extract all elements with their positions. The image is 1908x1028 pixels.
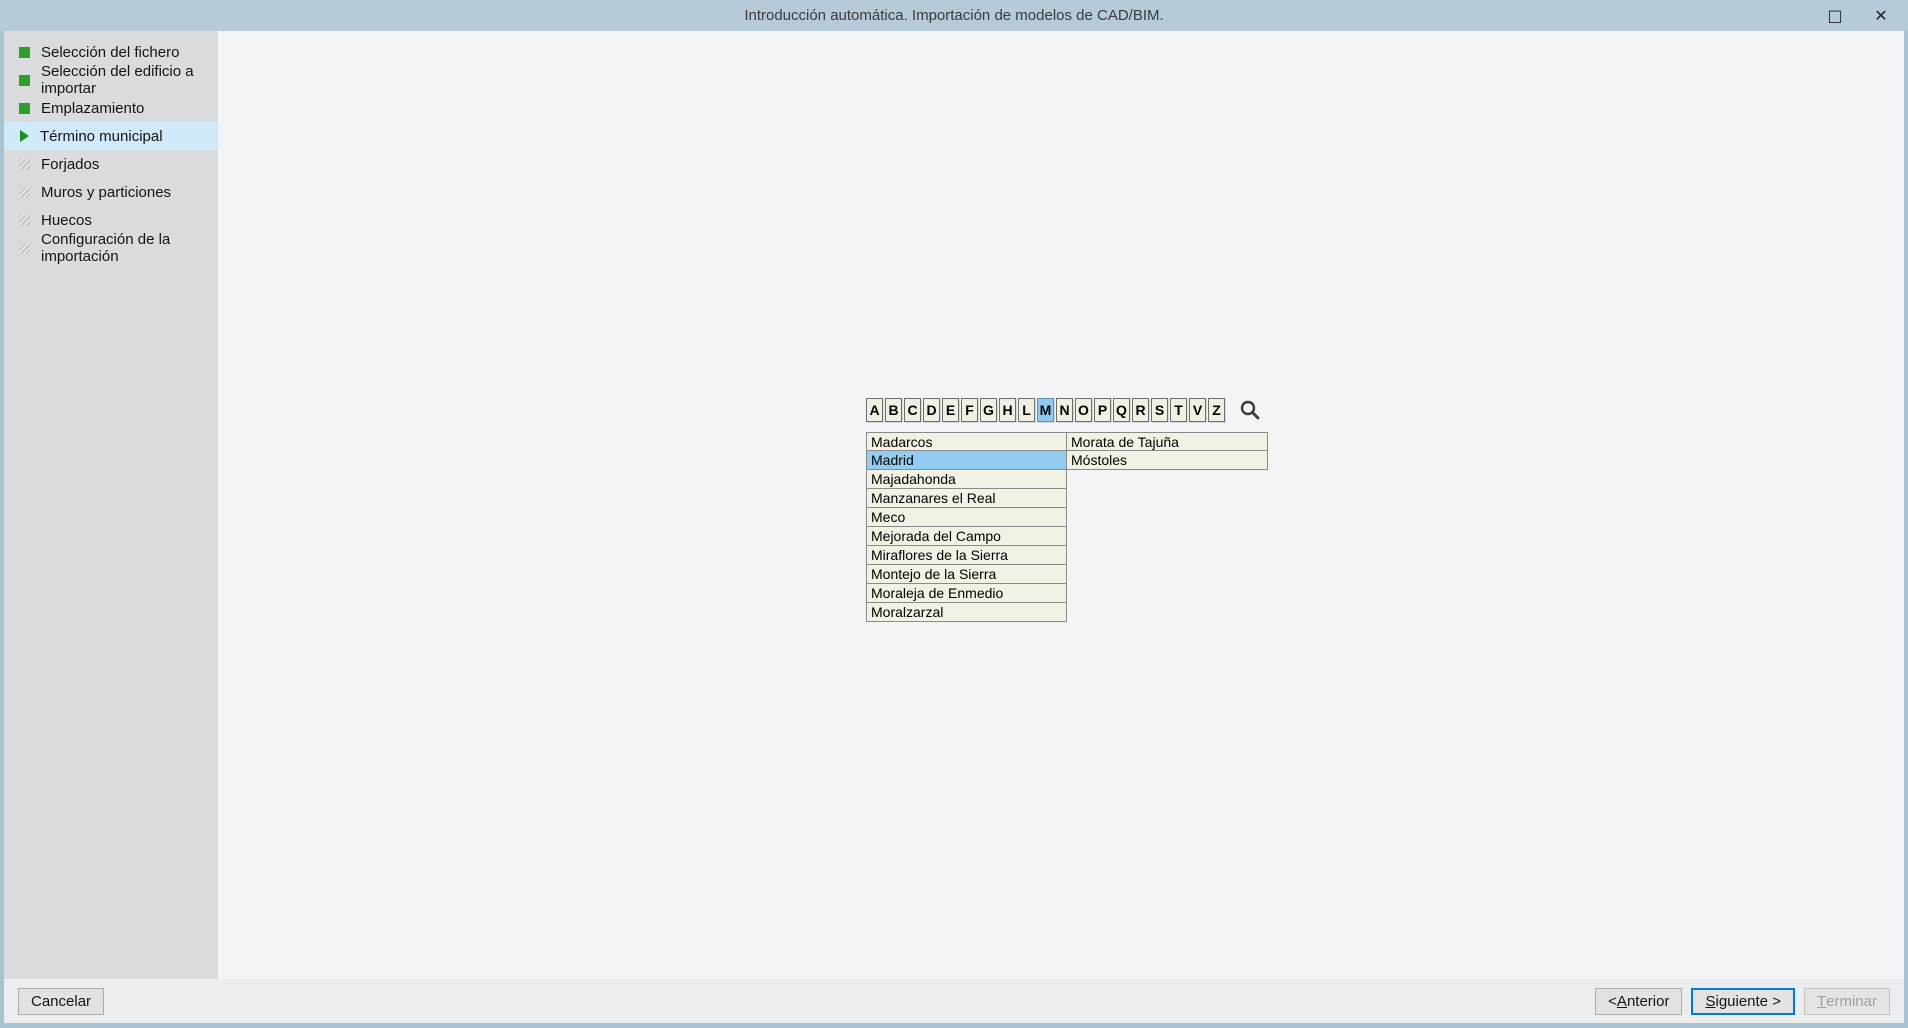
municipality-picker: ABCDEFGHLMNOPQRSTVZ MadarcosMadridMajada…	[866, 398, 1268, 622]
municipality-item[interactable]: Miraflores de la Sierra	[866, 546, 1067, 565]
wizard-step-label: Término municipal	[40, 128, 163, 145]
letter-button-S[interactable]: S	[1151, 398, 1168, 422]
letter-button-O[interactable]: O	[1075, 398, 1092, 422]
search-icon[interactable]	[1239, 399, 1261, 421]
wizard-step-label: Huecos	[41, 212, 92, 229]
letter-filter-row: ABCDEFGHLMNOPQRSTVZ	[866, 398, 1268, 422]
letter-button-M[interactable]: M	[1037, 398, 1054, 422]
letter-button-Z[interactable]: Z	[1208, 398, 1225, 422]
municipality-column-1: MadarcosMadridMajadahondaManzanares el R…	[866, 432, 1067, 622]
wizard-window: Introducción automática. Importación de …	[0, 0, 1908, 1028]
step-pending-icon	[19, 187, 30, 198]
municipality-column-2: Morata de TajuñaMóstoles	[1067, 432, 1268, 470]
current-step-arrow-icon	[20, 130, 29, 142]
municipality-item[interactable]: Moralzarzal	[866, 603, 1067, 622]
municipality-item[interactable]: Majadahonda	[866, 470, 1067, 489]
window-controls: □ ✕	[1812, 0, 1904, 31]
wizard-step-label: Selección del fichero	[41, 44, 179, 61]
wizard-step-current[interactable]: Término municipal	[4, 122, 218, 150]
municipality-item[interactable]: Móstoles	[1067, 451, 1268, 470]
finish-button[interactable]: Terminar	[1804, 988, 1890, 1015]
wizard-step-done[interactable]: Selección del fichero	[4, 38, 218, 66]
municipality-item[interactable]: Morata de Tajuña	[1067, 432, 1268, 451]
letter-button-R[interactable]: R	[1132, 398, 1149, 422]
wizard-step-pending[interactable]: Forjados	[4, 150, 218, 178]
letter-button-N[interactable]: N	[1056, 398, 1073, 422]
municipality-item[interactable]: Mejorada del Campo	[866, 527, 1067, 546]
letter-button-V[interactable]: V	[1189, 398, 1206, 422]
footer-bar: Cancelar < Anterior Siguiente > Terminar	[4, 979, 1904, 1023]
letter-button-G[interactable]: G	[980, 398, 997, 422]
wizard-step-label: Forjados	[41, 156, 99, 173]
step-done-icon	[19, 75, 30, 86]
step-done-icon	[19, 47, 30, 58]
letter-button-D[interactable]: D	[923, 398, 940, 422]
letter-button-T[interactable]: T	[1170, 398, 1187, 422]
wizard-step-pending[interactable]: Configuración de la importación	[4, 234, 218, 262]
wizard-step-pending[interactable]: Muros y particiones	[4, 178, 218, 206]
municipality-item[interactable]: Montejo de la Sierra	[866, 565, 1067, 584]
municipality-list: MadarcosMadridMajadahondaManzanares el R…	[866, 432, 1268, 622]
municipality-item[interactable]: Moraleja de Enmedio	[866, 584, 1067, 603]
letter-button-H[interactable]: H	[999, 398, 1016, 422]
municipality-item[interactable]: Manzanares el Real	[866, 489, 1067, 508]
wizard-step-label: Emplazamiento	[41, 100, 144, 117]
close-button[interactable]: ✕	[1858, 0, 1904, 31]
letter-button-C[interactable]: C	[904, 398, 921, 422]
wizard-steps-sidebar: Selección del fichero Selección del edifi…	[4, 31, 218, 979]
wizard-step-done[interactable]: Emplazamiento	[4, 94, 218, 122]
wizard-nav-buttons: < Anterior Siguiente > Terminar	[1595, 988, 1890, 1015]
back-button[interactable]: < Anterior	[1595, 988, 1682, 1015]
municipality-item[interactable]: Meco	[866, 508, 1067, 527]
letter-button-P[interactable]: P	[1094, 398, 1111, 422]
wizard-step-pending[interactable]: Huecos	[4, 206, 218, 234]
letter-button-L[interactable]: L	[1018, 398, 1035, 422]
letter-button-F[interactable]: F	[961, 398, 978, 422]
wizard-step-label: Muros y particiones	[41, 184, 171, 201]
municipality-item[interactable]: Madarcos	[866, 432, 1067, 451]
maximize-button[interactable]: □	[1812, 0, 1858, 31]
step-pending-icon	[19, 215, 30, 226]
next-button[interactable]: Siguiente >	[1691, 988, 1795, 1015]
step-pending-icon	[19, 243, 30, 254]
step-done-icon	[19, 103, 30, 114]
step-pending-icon	[19, 159, 30, 170]
body-row: Selección del fichero Selección del edifi…	[4, 31, 1904, 979]
letter-button-Q[interactable]: Q	[1113, 398, 1130, 422]
letter-button-B[interactable]: B	[885, 398, 902, 422]
wizard-step-label: Selección del edificio a importar	[41, 63, 218, 97]
window-title: Introducción automática. Importación de …	[744, 7, 1163, 24]
window-frame: Selección del fichero Selección del edifi…	[0, 31, 1908, 1028]
municipality-item[interactable]: Madrid	[866, 451, 1067, 470]
main-panel: ABCDEFGHLMNOPQRSTVZ MadarcosMadridMajada…	[218, 31, 1904, 979]
letter-button-E[interactable]: E	[942, 398, 959, 422]
cancel-button[interactable]: Cancelar	[18, 988, 104, 1015]
titlebar[interactable]: Introducción automática. Importación de …	[0, 0, 1908, 31]
wizard-step-label: Configuración de la importación	[41, 231, 218, 265]
letter-button-A[interactable]: A	[866, 398, 883, 422]
wizard-step-done[interactable]: Selección del edificio a importar	[4, 66, 218, 94]
